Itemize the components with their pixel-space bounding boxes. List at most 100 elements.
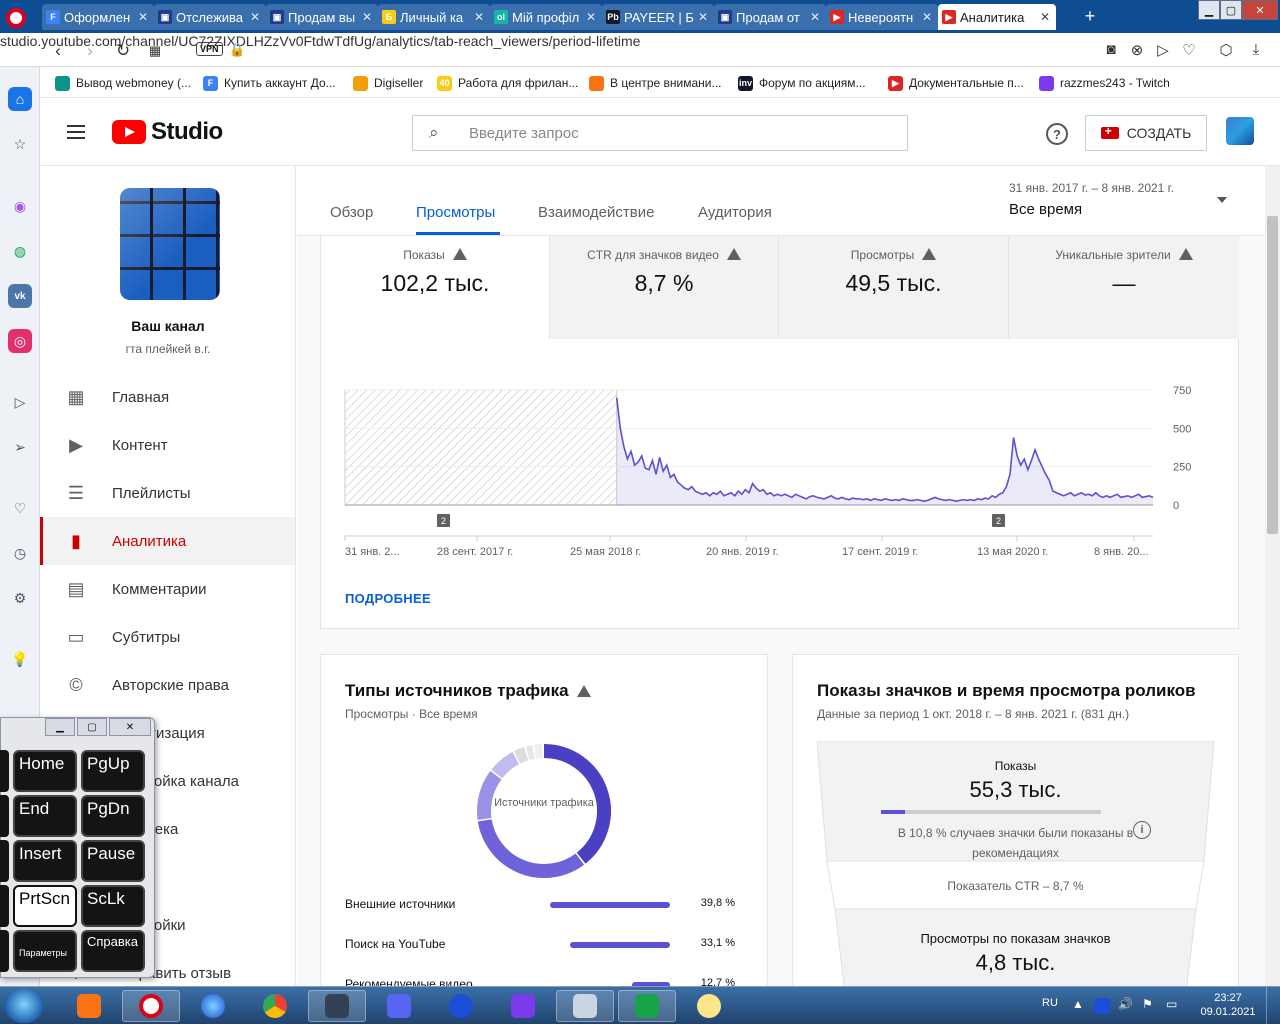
tray-expand-icon[interactable]: ▲ — [1072, 997, 1084, 1011]
url-text[interactable]: studio.youtube.com/channel/UC72ZIXDLHZzV… — [0, 33, 1280, 49]
period-selector[interactable]: Все время — [1009, 201, 1082, 218]
metric-ctr[interactable]: CTR для значков видео 8,7 % — [550, 236, 779, 339]
sidebar-item[interactable]: ☰ Плейлисты — [40, 469, 295, 517]
taskbar-media-player[interactable] — [60, 990, 118, 1022]
see-more-link[interactable]: ПОДРОБНЕЕ — [345, 591, 431, 606]
close-tab-icon[interactable]: ✕ — [808, 10, 822, 24]
sidebar-item[interactable]: ▭ Субтитры — [40, 613, 295, 661]
studio-logo-text[interactable]: Studio — [151, 118, 223, 146]
vpn-badge[interactable]: VPN — [196, 42, 223, 56]
metric-impressions[interactable]: Показы 102,2 тыс. — [321, 236, 550, 339]
youtube-logo-icon[interactable] — [112, 120, 146, 144]
taskbar-monitor[interactable] — [308, 990, 366, 1022]
bookmark-item[interactable]: ▶ Документальные п... — [888, 75, 1024, 91]
instagram-icon[interactable]: ◎ — [8, 329, 32, 353]
keyboard-maximize-button[interactable]: ▢ — [77, 718, 107, 736]
network-icon[interactable]: ⚑ — [1142, 997, 1153, 1011]
player-icon[interactable]: ▷ — [8, 390, 32, 414]
taskbar-discord[interactable] — [370, 990, 428, 1022]
browser-tab[interactable]: ▣ Продам вы ✕ — [266, 4, 378, 30]
keyboard-close-button[interactable]: ✕ — [109, 718, 151, 736]
whatsapp-icon[interactable]: ◍ — [8, 239, 32, 263]
taskbar-vs[interactable] — [494, 990, 552, 1022]
donut-segment[interactable] — [477, 819, 585, 878]
browser-tab[interactable]: Pb PAYEER | Б ✕ — [602, 4, 714, 30]
key-pgdn[interactable]: PgDn — [81, 795, 145, 837]
chevron-down-icon[interactable] — [1217, 197, 1227, 203]
close-tab-icon[interactable]: ✕ — [696, 10, 710, 24]
close-tab-icon[interactable]: ✕ — [360, 10, 374, 24]
close-tab-icon[interactable]: ✕ — [248, 10, 262, 24]
bookmark-item[interactable]: 40 Работа для фрилан... — [437, 75, 578, 91]
key-help[interactable]: Справка — [81, 930, 145, 972]
taskbar-keyboard[interactable] — [556, 990, 614, 1022]
close-tab-icon[interactable]: ✕ — [1038, 10, 1052, 24]
lightbulb-icon[interactable]: 💡 — [8, 647, 32, 671]
browser-tab[interactable]: Б Личный ка ✕ — [378, 4, 490, 30]
taskbar-ie[interactable] — [184, 990, 242, 1022]
keyboard-minimize-button[interactable]: ▁ — [45, 718, 75, 736]
heart-icon[interactable]: ♡ — [1179, 41, 1199, 59]
key-options[interactable]: Параметры — [13, 930, 77, 972]
taskbar-opera[interactable] — [122, 990, 180, 1022]
reload-icon[interactable]: ↻ — [113, 41, 133, 61]
sidebar-item[interactable]: ▤ Комментарии — [40, 565, 295, 613]
tray-app-icon[interactable] — [1094, 998, 1110, 1014]
key-end[interactable]: End — [13, 795, 77, 837]
page-scrollbar[interactable] — [1265, 166, 1280, 986]
traffic-source-row[interactable]: Внешние источники 39,8 % — [345, 895, 745, 915]
heart-icon[interactable]: ♡ — [8, 496, 32, 520]
key-sclk[interactable]: ScLk — [81, 885, 145, 927]
minimize-window-button[interactable]: ▁ — [1198, 0, 1220, 20]
browser-tab[interactable]: ▶ Аналитика ✕ — [938, 4, 1056, 30]
browser-tab[interactable]: F Оформлен ✕ — [42, 4, 154, 30]
show-desktop-button[interactable] — [1266, 987, 1280, 1024]
taskbar-chrome[interactable] — [246, 990, 304, 1022]
speed-dial-icon[interactable]: ▦ — [145, 43, 165, 59]
sidebar-item[interactable]: ▶ Контент — [40, 421, 295, 469]
traffic-source-row[interactable]: Рекомендуемые видео 12,7 % — [345, 975, 745, 986]
volume-icon[interactable]: 🔊 — [1118, 997, 1133, 1011]
bookmark-item[interactable]: В центре внимани... — [589, 75, 722, 91]
close-tab-icon[interactable]: ✕ — [584, 10, 598, 24]
info-icon[interactable]: i — [1133, 821, 1151, 839]
history-icon[interactable]: ◷ — [8, 541, 32, 565]
taskbar-paint[interactable] — [680, 990, 738, 1022]
metric-unique-viewers[interactable]: Уникальные зрители — — [1009, 236, 1239, 339]
menu-icon[interactable] — [67, 125, 85, 127]
help-icon[interactable]: ? — [1046, 123, 1068, 145]
bookmark-item[interactable]: inv Форум по акциям... — [738, 75, 866, 91]
search-input[interactable] — [469, 123, 889, 143]
close-tab-icon[interactable]: ✕ — [136, 10, 150, 24]
traffic-source-row[interactable]: Поиск на YouTube 33,1 % — [345, 935, 745, 955]
metric-views[interactable]: Просмотры 49,5 тыс. — [779, 236, 1009, 339]
star-icon[interactable]: ☆ — [8, 132, 32, 156]
donut-segment[interactable] — [491, 751, 520, 779]
box-icon[interactable]: ⬡ — [1216, 41, 1236, 59]
key-partial[interactable] — [0, 930, 9, 972]
vk-icon[interactable]: vk — [8, 284, 32, 308]
camera-icon[interactable]: ◙ — [1101, 41, 1121, 58]
forward-icon[interactable]: › — [80, 41, 100, 61]
key-partial[interactable] — [0, 750, 9, 792]
donut-segment[interactable] — [533, 744, 543, 759]
create-button[interactable]: СОЗДАТЬ — [1085, 115, 1207, 151]
back-icon[interactable]: ‹ — [48, 41, 68, 61]
tab-views[interactable]: Просмотры — [416, 204, 495, 221]
impressions-chart[interactable]: 750 500 250 0 2 2 31 янв. 2... 28 сент. 2017 г.… — [321, 376, 1239, 576]
bookmark-item[interactable]: razzmes243 - Twitch — [1039, 75, 1170, 91]
language-indicator[interactable]: RU — [1042, 997, 1058, 1009]
sidebar-item[interactable]: ▮ Аналитика — [40, 517, 295, 565]
close-tab-icon[interactable]: ✕ — [472, 10, 486, 24]
bookmark-item[interactable]: Digiseller — [353, 75, 423, 91]
tab-engagement[interactable]: Взаимодействие — [538, 204, 654, 221]
block-ads-icon[interactable]: ⊗ — [1127, 41, 1147, 59]
key-pgup[interactable]: PgUp — [81, 750, 145, 792]
browser-tab[interactable]: ▣ Отслежива ✕ — [154, 4, 266, 30]
download-icon[interactable]: ⤓ — [1246, 41, 1266, 58]
taskbar-clock[interactable]: 23:27 09.01.2021 — [1198, 991, 1258, 1019]
bookmark-item[interactable]: Вывод webmoney (... — [55, 75, 191, 91]
maximize-window-button[interactable]: ▢ — [1220, 0, 1242, 20]
home-icon[interactable]: ⌂ — [8, 87, 32, 111]
scrollbar-thumb[interactable] — [1267, 216, 1278, 534]
